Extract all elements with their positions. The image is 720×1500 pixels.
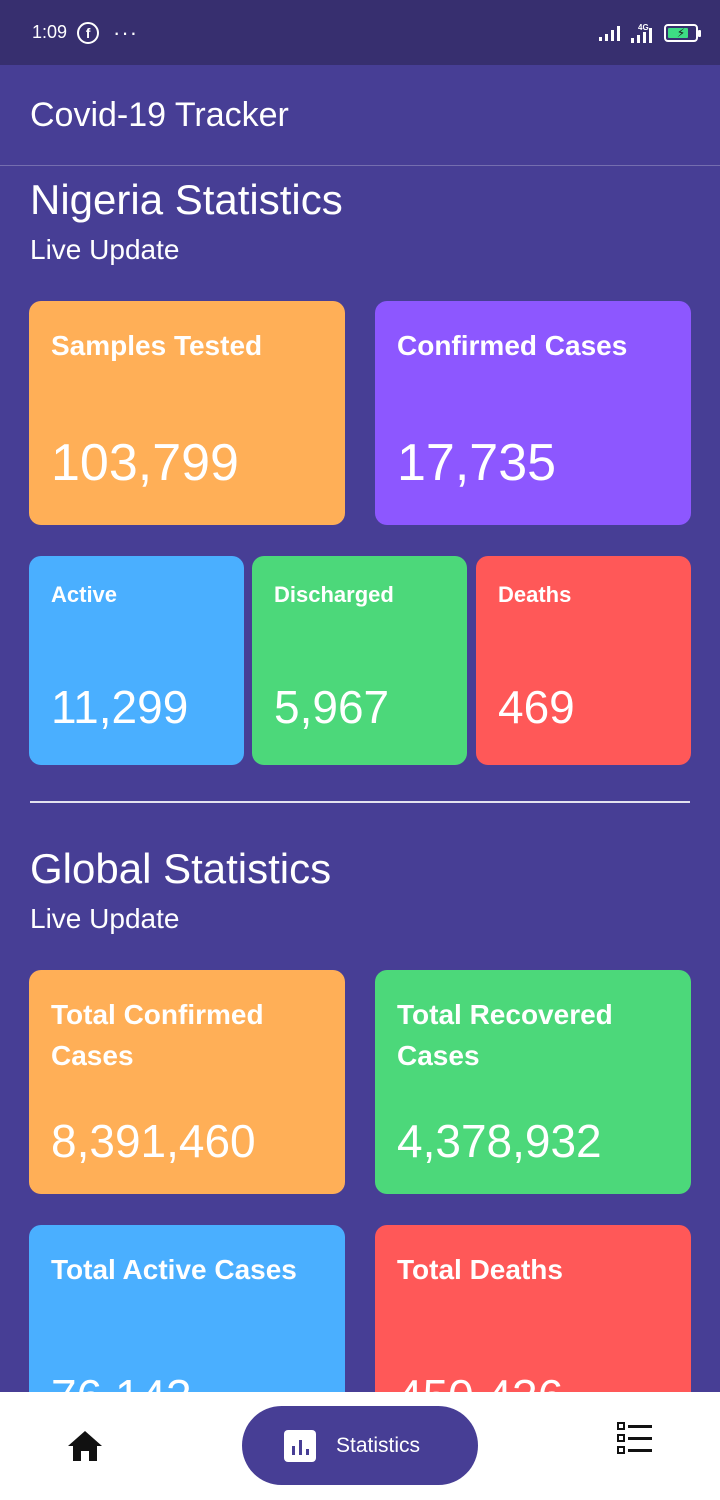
nav-list-button[interactable] <box>616 1420 656 1456</box>
app-bar: Covid-19 Tracker <box>0 65 720 166</box>
card-value: 17,735 <box>397 434 557 492</box>
nigeria-section-title: Nigeria Statistics <box>30 176 343 223</box>
global-section-title: Global Statistics <box>30 845 332 892</box>
card-value: 4,378,932 <box>397 1115 602 1167</box>
confirmed-cases-card[interactable]: Confirmed Cases 17,735 <box>375 301 691 525</box>
more-dots-icon: ··· <box>113 19 139 45</box>
card-label: Active <box>51 582 118 607</box>
section-divider <box>30 801 690 803</box>
nav-statistics-button[interactable]: Statistics <box>242 1406 478 1485</box>
nav-home-button[interactable] <box>62 1426 108 1466</box>
total-recovered-card[interactable]: Total Recovered Cases 4,378,932 <box>375 970 691 1194</box>
card-value: 8,391,460 <box>51 1115 256 1167</box>
card-value: 11,299 <box>51 681 189 733</box>
card-label: Confirmed Cases <box>397 330 628 361</box>
card-value: 103,799 <box>51 434 239 492</box>
card-label: Deaths <box>498 582 572 607</box>
list-icon <box>617 1422 652 1454</box>
bottom-navigation: Statistics <box>0 1392 720 1500</box>
bar-chart-icon <box>284 1429 316 1462</box>
card-label: Total Active Cases <box>51 1254 297 1285</box>
card-label: Samples Tested <box>51 330 263 361</box>
nigeria-section-subtitle: Live Update <box>30 234 180 265</box>
card-value: 5,967 <box>274 681 390 733</box>
active-card[interactable]: Active 11,299 <box>29 556 244 765</box>
4g-signal-icon: 4G <box>631 23 652 43</box>
nav-statistics-label: Statistics <box>336 1433 421 1457</box>
network-type-label: 4G <box>638 23 649 32</box>
status-time: 1:09 <box>32 22 68 42</box>
card-label: Total Recovered Cases <box>397 999 613 1071</box>
facebook-icon: f <box>77 21 100 44</box>
card-label: Discharged <box>274 582 394 607</box>
card-label: Total Deaths <box>397 1254 563 1285</box>
discharged-card[interactable]: Discharged 5,967 <box>252 556 467 765</box>
signal-icon <box>599 25 620 41</box>
global-section-subtitle: Live Update <box>30 903 180 934</box>
total-confirmed-card[interactable]: Total Confirmed Cases 8,391,460 <box>29 970 345 1194</box>
home-icon <box>68 1431 102 1461</box>
samples-tested-card[interactable]: Samples Tested 103,799 <box>29 301 345 525</box>
battery-charging-icon: ⚡ <box>664 23 701 42</box>
card-value: 469 <box>498 681 575 733</box>
status-bar: 1:09 f ··· 4G ⚡ <box>0 0 720 65</box>
card-label: Total Confirmed Cases <box>51 999 264 1071</box>
app-title: Covid-19 Tracker <box>30 95 289 134</box>
deaths-card[interactable]: Deaths 469 <box>476 556 691 765</box>
